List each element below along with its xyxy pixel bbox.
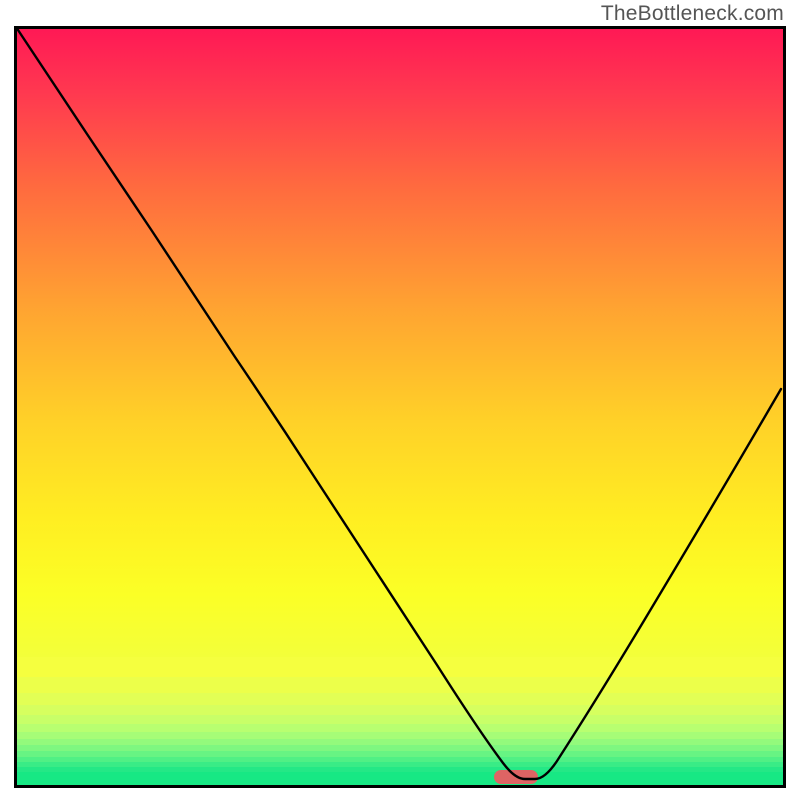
gradient-band bbox=[17, 677, 783, 693]
optimal-marker bbox=[494, 770, 538, 784]
gradient-band bbox=[17, 724, 783, 732]
gradient-band bbox=[17, 693, 783, 705]
plot-area bbox=[14, 26, 786, 788]
gradient-band bbox=[17, 715, 783, 724]
chart-frame: TheBottleneck.com bbox=[0, 0, 800, 800]
gradient-band bbox=[17, 772, 783, 785]
gradient-red-to-yellow bbox=[17, 29, 783, 657]
gradient-band bbox=[17, 657, 783, 677]
gradient-band bbox=[17, 705, 783, 715]
watermark-text: TheBottleneck.com bbox=[601, 2, 784, 26]
gradient-band bbox=[17, 732, 783, 739]
